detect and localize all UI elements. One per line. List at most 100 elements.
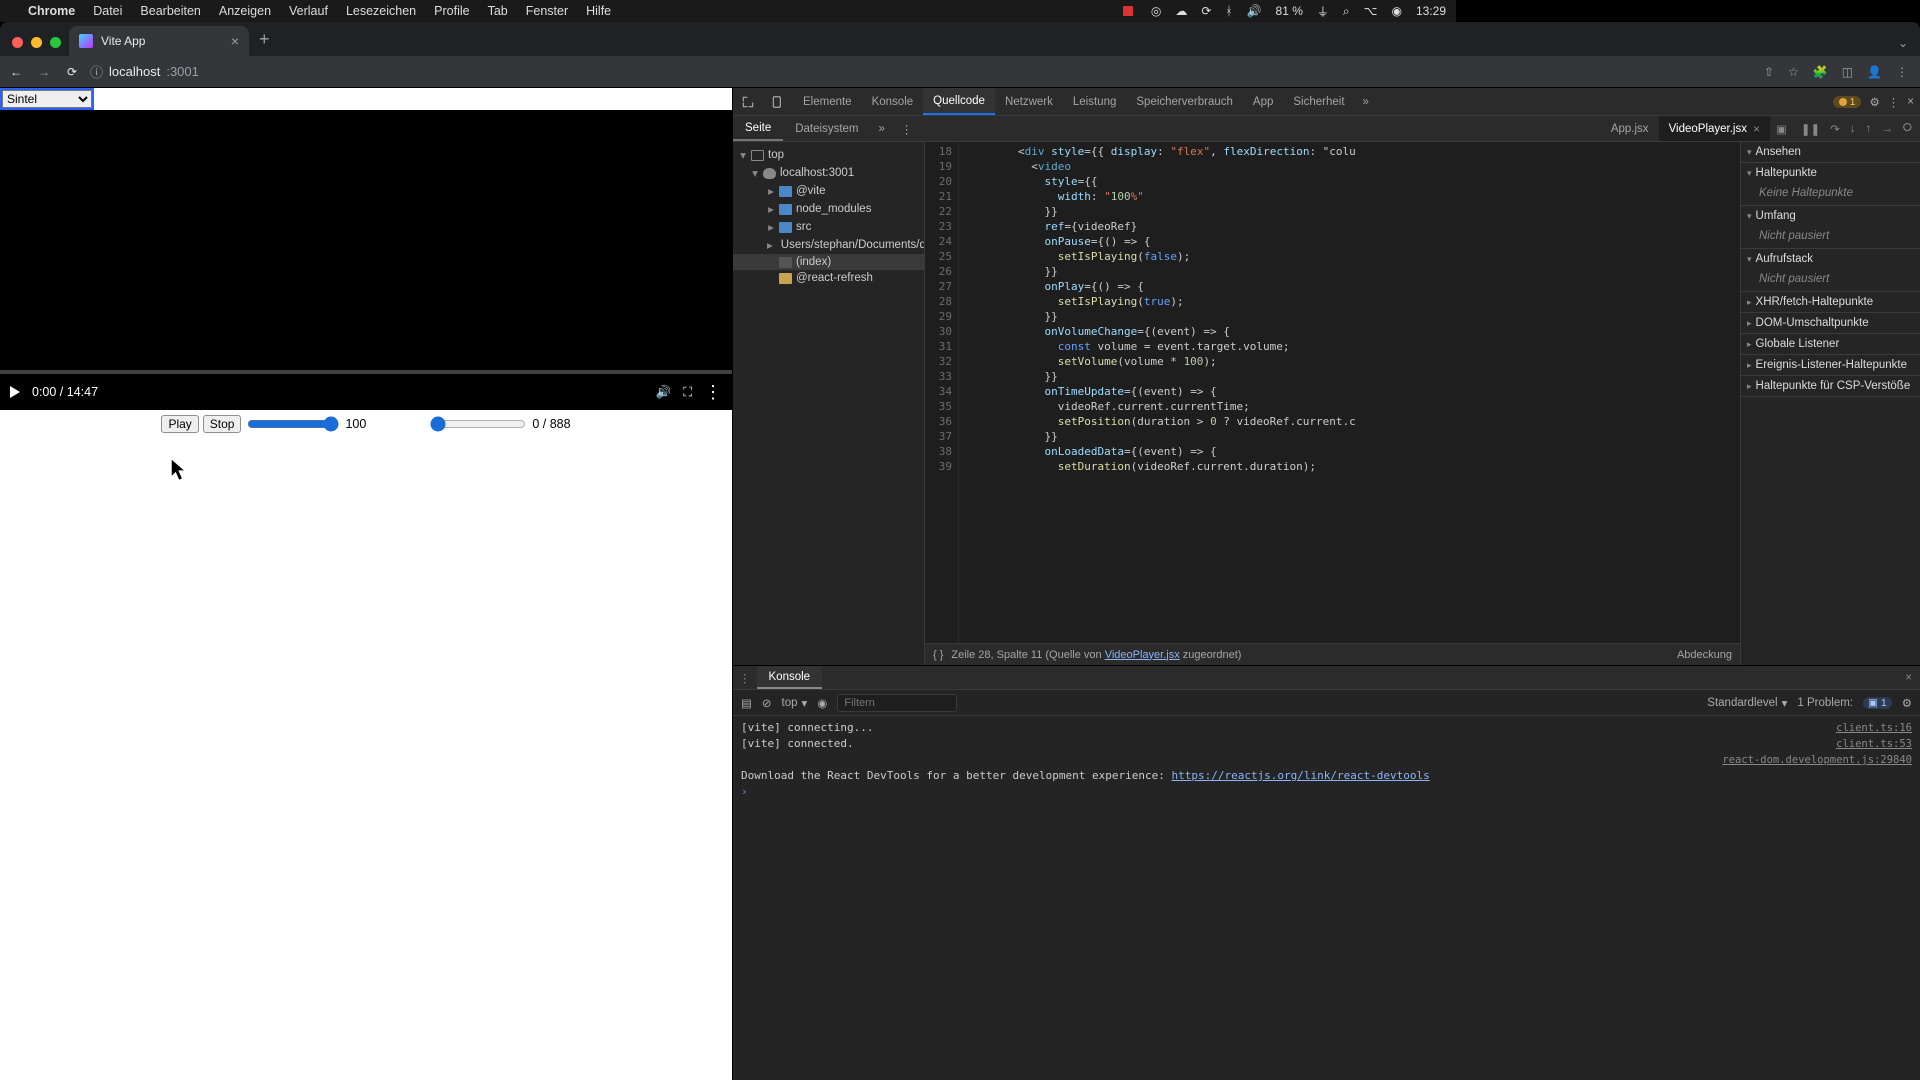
video-select[interactable]: Sintel (2, 90, 92, 108)
back-button[interactable]: ← (6, 62, 26, 82)
sidepanel-button[interactable]: ◫ (1842, 65, 1853, 79)
volume-icon[interactable]: 🔊 (1247, 4, 1262, 18)
debugger-pause-button[interactable]: ❚❚ (1801, 122, 1820, 136)
profile-button[interactable]: 👤 (1867, 65, 1882, 79)
devtools-tab-network[interactable]: Netzwerk (995, 88, 1063, 115)
forward-button[interactable]: → (34, 62, 54, 82)
coverage-label[interactable]: Abdeckung (1677, 649, 1732, 661)
drawer-close-button[interactable]: × (1897, 672, 1920, 684)
menu-item[interactable]: Fenster (526, 4, 568, 18)
code-gutter[interactable]: 1819202122232425262728293031323334353637… (925, 142, 959, 643)
play-button[interactable]: Play (161, 415, 198, 433)
menu-item[interactable]: Verlauf (289, 4, 328, 18)
stop-button[interactable]: Stop (203, 415, 242, 433)
console-source-link[interactable]: client.ts:53 (1836, 736, 1912, 752)
debugger-deactivate-button[interactable]: ⭘ (1903, 122, 1912, 135)
address-bar[interactable]: ⓘ localhost:3001 (90, 62, 710, 81)
native-play-button[interactable] (10, 386, 20, 398)
menu-item[interactable]: Bearbeiten (140, 4, 200, 18)
console-sidebar-button[interactable]: ▤ (741, 696, 752, 710)
devtools-settings-button[interactable]: ⚙ (1869, 95, 1879, 109)
tree-top[interactable]: top (768, 149, 784, 161)
status-icon[interactable]: ☁︎ (1175, 4, 1187, 18)
menu-item[interactable]: Lesezeichen (346, 4, 416, 18)
menu-item[interactable]: Datei (93, 4, 122, 18)
inspect-element-button[interactable] (733, 88, 763, 115)
section-watch[interactable]: Ansehen (1741, 142, 1920, 162)
tree-react-refresh[interactable]: @react-refresh (796, 272, 873, 284)
siri-icon[interactable]: ◉ (1391, 4, 1401, 18)
screen-record-icon[interactable] (1123, 6, 1133, 16)
extensions-button[interactable]: 🧩 (1813, 65, 1828, 79)
console-output[interactable]: [vite] connecting...client.ts:16 [vite] … (733, 716, 1920, 1080)
section-global-listeners[interactable]: Globale Listener (1741, 334, 1920, 354)
tree-src[interactable]: src (796, 221, 811, 233)
wifi-icon[interactable]: ⏚ (1317, 3, 1329, 20)
open-file-videoplayer[interactable]: VideoPlayer.jsx× (1659, 116, 1770, 141)
sources-subtabs-menu[interactable]: ⋮ (893, 116, 921, 141)
section-callstack[interactable]: Aufrufstack (1741, 249, 1920, 269)
bluetooth-icon[interactable]: ᚼ (1225, 4, 1232, 18)
section-csp-breakpoints[interactable]: Haltepunkte für CSP-Verstöße (1741, 376, 1920, 396)
console-settings-button[interactable]: ⚙ (1902, 696, 1912, 710)
new-tab-button[interactable]: + (249, 29, 280, 56)
native-video-menu-button[interactable]: ⋮ (704, 383, 722, 401)
devtools-close-button[interactable]: × (1907, 96, 1914, 108)
browser-tab[interactable]: Vite App × (69, 26, 249, 56)
code-area[interactable]: <div style={{ display: "flex", flexDirec… (959, 142, 1740, 643)
debugger-step-out-button[interactable]: ↑ (1866, 123, 1872, 135)
sources-subtab-filesystem[interactable]: Dateisystem (783, 116, 870, 141)
console-filter-input[interactable] (837, 694, 957, 712)
site-info-icon[interactable]: ⓘ (90, 62, 103, 81)
close-file-button[interactable]: × (1753, 122, 1760, 136)
status-icon[interactable]: ◎ (1151, 4, 1161, 18)
devtools-warning-badge[interactable]: 1 (1833, 96, 1862, 108)
bookmark-button[interactable]: ☆ (1788, 65, 1799, 79)
console-clear-button[interactable]: ⊘ (762, 696, 772, 710)
devtools-tab-performance[interactable]: Leistung (1063, 88, 1126, 115)
close-window-button[interactable] (12, 37, 23, 48)
section-breakpoints[interactable]: Haltepunkte (1741, 163, 1920, 183)
devtools-tab-memory[interactable]: Speicherverbrauch (1126, 88, 1243, 115)
device-toolbar-button[interactable] (763, 88, 793, 115)
section-scope[interactable]: Umfang (1741, 206, 1920, 226)
native-fullscreen-button[interactable]: ⛶ (683, 385, 692, 400)
dock-button[interactable]: ▣ (1770, 116, 1793, 141)
search-icon[interactable]: ⌕ (1343, 4, 1350, 19)
console-live-expression-button[interactable]: ◉ (817, 696, 827, 710)
tabs-menu-button[interactable]: ⌄ (1886, 36, 1920, 56)
debugger-step-into-button[interactable]: ↓ (1850, 123, 1856, 135)
section-dom-breakpoints[interactable]: DOM-Umschaltpunkte (1741, 313, 1920, 333)
clock[interactable]: 13:29 (1416, 4, 1446, 18)
position-slider[interactable] (430, 416, 526, 432)
drawer-menu-button[interactable]: ⋮ (733, 671, 757, 685)
tree-index[interactable]: (index) (796, 256, 831, 268)
debugger-step-over-button[interactable]: ↷ (1830, 122, 1840, 136)
sources-file-tree[interactable]: ▾top ▾localhost:3001 ▸@vite ▸node_module… (733, 142, 925, 665)
tree-host[interactable]: localhost:3001 (780, 167, 854, 179)
console-problem-badge[interactable]: ▣ 1 (1863, 697, 1892, 709)
drawer-tab-console[interactable]: Konsole (757, 666, 823, 689)
menu-item[interactable]: Hilfe (586, 4, 611, 18)
menu-item[interactable]: Profile (434, 4, 469, 18)
console-problems-label[interactable]: 1 Problem: (1797, 697, 1853, 709)
console-level-select[interactable]: Standardlevel ▾ (1707, 696, 1787, 710)
devtools-tabs-overflow[interactable]: » (1355, 96, 1377, 108)
tab-close-button[interactable]: × (231, 33, 239, 49)
debugger-step-button[interactable]: → (1881, 123, 1893, 135)
tree-vite[interactable]: @vite (796, 185, 826, 197)
devtools-tab-sources[interactable]: Quellcode (923, 88, 995, 115)
battery-label[interactable]: 81 % (1276, 4, 1303, 18)
devtools-tab-elements[interactable]: Elemente (793, 88, 862, 115)
menu-item[interactable]: Anzeigen (219, 4, 271, 18)
console-source-link[interactable]: react-dom.development.js:29840 (1722, 752, 1912, 768)
minimize-window-button[interactable] (31, 37, 42, 48)
devtools-tab-application[interactable]: App (1243, 88, 1283, 115)
tree-node-modules[interactable]: node_modules (796, 203, 871, 215)
video-player[interactable]: 0:00 / 14:47 🔊 ⛶ ⋮ (0, 110, 732, 410)
volume-slider[interactable] (247, 416, 339, 432)
section-event-listener-breakpoints[interactable]: Ereignis-Listener-Haltepunkte (1741, 355, 1920, 375)
section-xhr-breakpoints[interactable]: XHR/fetch-Haltepunkte (1741, 292, 1920, 312)
sources-subtab-page[interactable]: Seite (733, 116, 783, 141)
open-file-app[interactable]: App.jsx (1601, 116, 1659, 141)
